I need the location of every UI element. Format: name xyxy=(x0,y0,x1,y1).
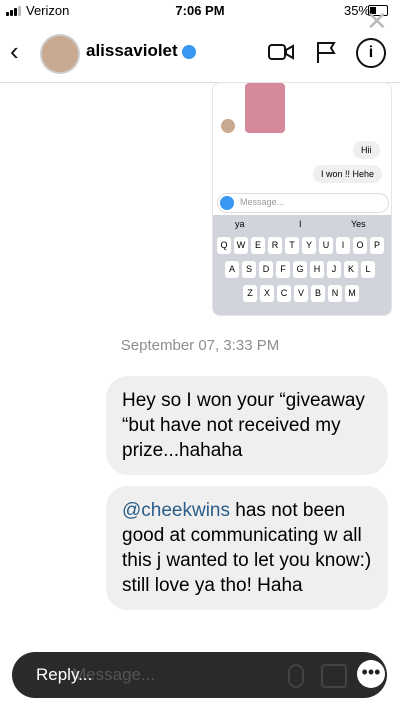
gallery-icon[interactable] xyxy=(321,664,347,688)
keyboard-key: W xyxy=(234,237,248,254)
username-link[interactable]: alissaviolet xyxy=(86,41,196,61)
keyboard-key: F xyxy=(276,261,290,278)
keyboard-key: O xyxy=(353,237,367,254)
username-text: alissaviolet xyxy=(86,41,178,60)
keyboard-key: G xyxy=(293,261,307,278)
clock: 7:06 PM xyxy=(175,3,225,18)
keyboard-key: N xyxy=(328,285,342,302)
reply-bar[interactable]: Message... Reply... ••• xyxy=(12,652,387,698)
keyboard-key: L xyxy=(361,261,375,278)
keyboard-key: E xyxy=(251,237,265,254)
flag-icon[interactable] xyxy=(314,40,340,64)
keyboard-key: R xyxy=(268,237,282,254)
shared-post-thumbnail xyxy=(245,83,285,133)
thread-timestamp: September 07, 3:33 PM xyxy=(120,337,280,354)
keyboard-key: V xyxy=(294,285,308,302)
screenshot-message-input: Message... xyxy=(217,193,389,213)
avatar[interactable] xyxy=(40,34,80,74)
info-icon[interactable]: i xyxy=(356,38,386,68)
screenshot-placeholder: Message... xyxy=(240,197,285,207)
keyboard-key: H xyxy=(310,261,324,278)
suggestion-3: Yes xyxy=(351,219,366,229)
keyboard-key: P xyxy=(370,237,384,254)
reply-input[interactable]: Reply... xyxy=(36,665,92,685)
message-1-text: Hey so I won your “giveaway “but have no… xyxy=(122,390,365,461)
close-icon[interactable]: ✕ xyxy=(366,6,388,37)
back-icon[interactable]: ‹ xyxy=(10,36,19,67)
shared-screenshot-image[interactable]: Hii I won !! Hehe Message... ya I Yes QW… xyxy=(212,82,392,316)
verified-badge-icon xyxy=(181,44,196,59)
status-bar: Verizon 7:06 PM 35% xyxy=(0,0,400,22)
message-bubble-1[interactable]: Hey so I won your “giveaway “but have no… xyxy=(106,376,388,475)
mention-link[interactable]: @cheekwins xyxy=(122,500,230,521)
keyboard-key: I xyxy=(336,237,350,254)
camera-icon xyxy=(220,196,234,210)
keyboard-key: J xyxy=(327,261,341,278)
screenshot-bubble-won: I won !! Hehe xyxy=(313,165,383,183)
screenshot-bubble-hii: Hii xyxy=(353,141,380,159)
keyboard-key: S xyxy=(242,261,256,278)
keyboard-key: T xyxy=(285,237,299,254)
keyboard-key: A xyxy=(225,261,239,278)
keyboard-key: M xyxy=(345,285,359,302)
keyboard-key: D xyxy=(259,261,273,278)
keyboard-key: U xyxy=(319,237,333,254)
video-call-icon[interactable] xyxy=(268,40,294,64)
suggestion-1: ya xyxy=(235,219,245,229)
keyboard-key: Z xyxy=(243,285,257,302)
keyboard-key: Q xyxy=(217,237,231,254)
chat-header: ‹ alissaviolet i xyxy=(0,22,400,83)
keyboard-key: B xyxy=(311,285,325,302)
suggestion-2: I xyxy=(299,219,302,229)
keyboard-key: X xyxy=(260,285,274,302)
more-icon[interactable]: ••• xyxy=(357,660,385,688)
screenshot-keyboard: ya I Yes QWERTYUIOPASDFGHJKLZXCVBNM xyxy=(213,215,391,315)
keyboard-key: C xyxy=(277,285,291,302)
mini-avatar xyxy=(221,119,235,133)
message-bubble-2[interactable]: @cheekwins has not been good at communic… xyxy=(106,486,388,610)
keyboard-key: Y xyxy=(302,237,316,254)
keyboard-key: K xyxy=(344,261,358,278)
microphone-icon[interactable] xyxy=(288,664,304,688)
